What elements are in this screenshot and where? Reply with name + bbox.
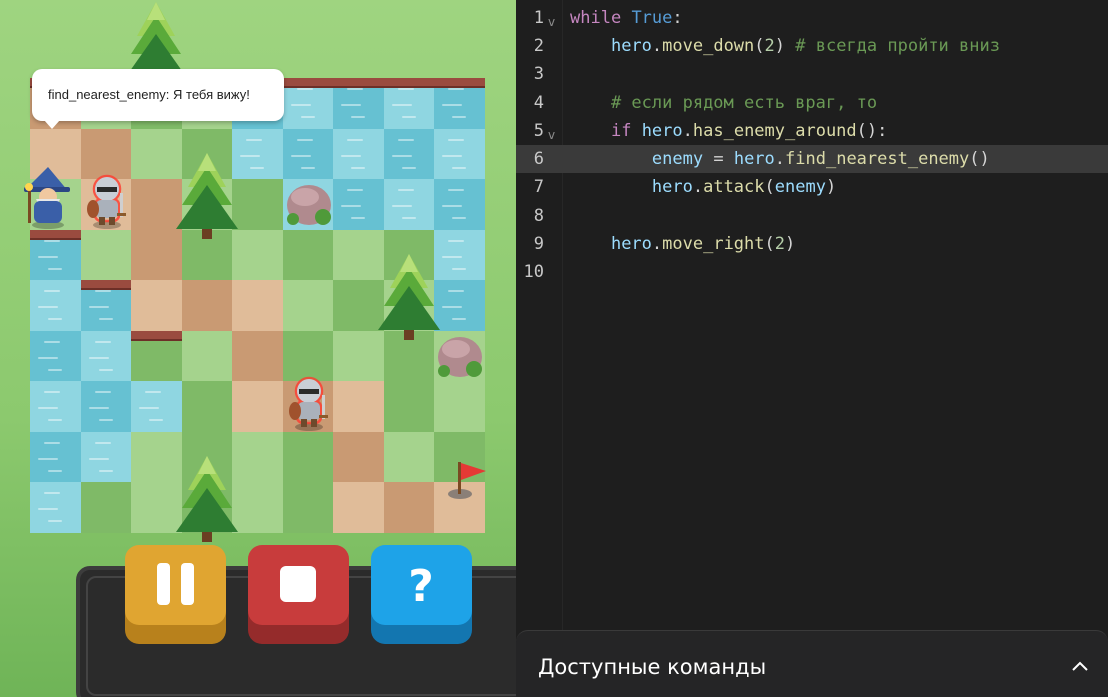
grass-tile <box>383 381 435 432</box>
sand-tile <box>181 280 233 331</box>
water-tile <box>80 431 132 483</box>
water-tile <box>30 482 81 533</box>
code-line-4[interactable]: 4 # если рядом есть враг, то <box>516 89 1108 117</box>
water-tile <box>30 280 81 331</box>
grass-tile <box>282 229 334 281</box>
enemy-knight <box>288 376 328 431</box>
line-number: 3 <box>533 64 544 84</box>
goal-flag <box>448 462 486 499</box>
riverbank-edge <box>131 330 182 341</box>
sand-tile <box>232 280 283 331</box>
code-line-2[interactable]: 2 hero.move_down(2) # всегда пройти вниз <box>516 32 1108 60</box>
sand-tile <box>333 381 384 432</box>
pause-button[interactable] <box>125 545 226 644</box>
water-tile <box>80 330 132 382</box>
grass-tile <box>181 381 233 432</box>
riverbank-edge <box>333 78 384 88</box>
sand-tile <box>131 280 182 331</box>
pine-tree <box>175 456 238 542</box>
water-tile <box>434 128 485 180</box>
speech-bubble: find_nearest_enemy: Я тебя вижу! <box>32 69 284 129</box>
riverbank-edge <box>30 229 81 240</box>
sand-tile <box>333 482 384 533</box>
water-tile <box>80 381 132 432</box>
water-tile <box>30 330 81 382</box>
panel-title: Доступные команды <box>538 655 767 679</box>
line-number: 8 <box>533 206 544 226</box>
line-number: 9 <box>533 234 544 254</box>
stop-button[interactable] <box>248 545 349 644</box>
line-number: 6 <box>533 149 544 169</box>
code-line-10[interactable]: 10 <box>516 258 1108 286</box>
available-commands-panel[interactable]: Доступные команды <box>516 630 1108 697</box>
pine-tree <box>175 153 238 239</box>
pine-tree <box>377 254 440 340</box>
riverbank-edge <box>282 78 333 88</box>
riverbank-edge <box>383 78 434 88</box>
code-editor[interactable]: 1 v while True: 2 hero.move_down(2) # вс… <box>516 0 1108 697</box>
sand-tile <box>232 381 283 432</box>
enemy-knight <box>86 174 126 229</box>
code-line-7[interactable]: 7 hero.attack(enemy) <box>516 173 1108 201</box>
code-line-6[interactable]: 6 enemy = hero.find_nearest_enemy() <box>516 145 1108 173</box>
grass-tile <box>383 431 435 483</box>
water-tile <box>30 381 81 432</box>
chevron-up-icon[interactable] <box>1070 659 1090 673</box>
line-number: 2 <box>533 36 544 56</box>
sand-tile <box>333 431 384 483</box>
code-line-3[interactable]: 3 <box>516 60 1108 88</box>
line-number: 4 <box>533 93 544 113</box>
grass-tile <box>282 431 334 483</box>
water-tile <box>383 128 435 180</box>
grass-tile <box>282 330 334 382</box>
riverbank-edge <box>80 280 131 290</box>
grass-tile <box>282 482 334 533</box>
water-tile <box>333 128 384 180</box>
rock <box>438 336 482 377</box>
grass-tile <box>80 229 132 281</box>
water-tile <box>131 381 182 432</box>
line-number: 10 <box>523 262 544 282</box>
grass-tile <box>80 482 132 533</box>
code-line-9[interactable]: 9 hero.move_right(2) <box>516 230 1108 258</box>
line-number: 1 <box>533 8 544 28</box>
pause-icon <box>157 563 194 605</box>
line-number: 7 <box>533 177 544 197</box>
code-line-1[interactable]: 1 v while True: <box>516 4 1108 32</box>
game-pane: find_nearest_enemy: Я тебя вижу! ? <box>0 0 516 697</box>
stop-icon <box>280 566 316 602</box>
svg-text:?: ? <box>408 561 434 612</box>
help-button[interactable]: ? <box>371 545 472 644</box>
grass-tile <box>434 381 485 432</box>
sand-tile <box>80 128 132 180</box>
code-line-5[interactable]: 5 v if hero.has_enemy_around(): <box>516 117 1108 145</box>
wizard-hero <box>24 167 70 229</box>
water-tile <box>333 179 384 230</box>
grass-tile <box>282 280 334 331</box>
code-line-8[interactable]: 8 <box>516 202 1108 230</box>
water-tile <box>282 128 334 180</box>
rock <box>286 185 331 225</box>
line-number: 5 <box>533 121 544 141</box>
grass-tile <box>181 330 233 382</box>
water-tile <box>383 179 435 230</box>
question-icon: ? <box>408 561 434 612</box>
water-tile <box>30 431 81 483</box>
sand-tile <box>383 482 435 533</box>
water-tile <box>434 179 485 230</box>
sand-tile <box>232 330 283 382</box>
riverbank-edge <box>434 78 485 88</box>
